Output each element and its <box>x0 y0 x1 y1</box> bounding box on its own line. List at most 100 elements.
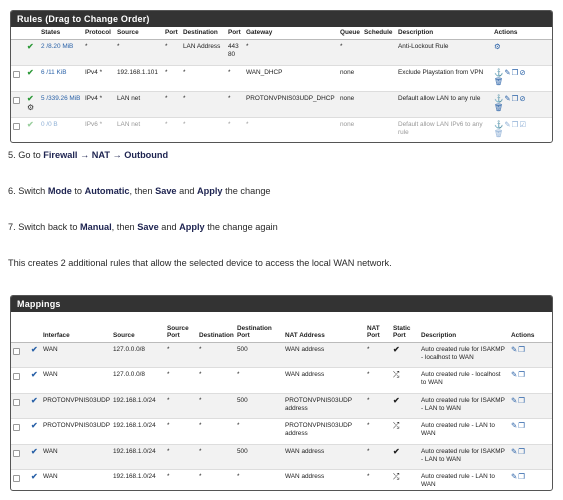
col-static-port[interactable]: Static Port <box>391 312 419 343</box>
col-source[interactable]: Source <box>115 27 163 40</box>
rule-states[interactable]: 0 /0 B <box>41 121 58 128</box>
trash-icon[interactable]: 🗑 <box>494 77 505 86</box>
mapping-select-checkbox[interactable] <box>13 398 20 406</box>
gear-icon: ⚙ <box>27 102 35 112</box>
mapping-source: 192.168.1.0/24 <box>111 393 165 419</box>
rule-queue: none <box>338 91 362 118</box>
pass-icon: ✔ <box>27 41 34 51</box>
rule-protocol: IPv4 * <box>83 91 115 118</box>
trash-icon[interactable]: 🗑 <box>494 103 505 112</box>
edit-copy-icons[interactable]: ✎❐ <box>511 447 526 456</box>
mapping-nat-address: PROTONVPNIS03UDP address <box>283 393 365 419</box>
mapping-select-checkbox[interactable] <box>13 475 20 482</box>
check-icon: ✔ <box>31 344 38 354</box>
rule-schedule <box>362 117 396 142</box>
mapping-description: Auto created rule for ISAKMP - localhost… <box>419 342 509 368</box>
mapping-destination: * <box>197 469 235 490</box>
rule-actions-icons[interactable]: ⚓✎❐⊘ <box>494 94 527 103</box>
rule-queue: none <box>338 117 362 142</box>
col-nat-address[interactable]: NAT Address <box>283 312 365 343</box>
rule-row[interactable]: ✔ ⚙ 5 /339.26 MiB IPv4 * LAN net * * * PR… <box>11 91 552 118</box>
rule-select-checkbox[interactable] <box>13 70 20 78</box>
mapping-row[interactable]: ✔ WAN 192.168.1.0/24 * * * WAN address *… <box>11 469 552 490</box>
edit-copy-icons[interactable]: ✎❐ <box>511 421 526 430</box>
mapping-select-checkbox[interactable] <box>13 373 20 380</box>
rule-row[interactable]: ✔ 2 /8.20 MiB * * * LAN Address 443 80 *… <box>11 39 552 66</box>
rule-select-checkbox[interactable] <box>13 122 20 130</box>
mapping-interface: PROTONVPNIS03UDP <box>41 418 111 445</box>
rule-states[interactable]: 2 /8.20 MiB <box>41 43 73 50</box>
rule-description: Exclude Playstation from VPN <box>396 65 492 92</box>
col-source-port[interactable]: Source Port <box>165 312 197 343</box>
mapping-row[interactable]: ✔ WAN 127.0.0.0/8 * * * WAN address * ⤮ … <box>11 367 552 394</box>
rule-states[interactable]: 5 /339.26 MiB <box>41 95 80 102</box>
col-gateway[interactable]: Gateway <box>244 27 338 40</box>
col-nat-port[interactable]: NAT Port <box>365 312 391 343</box>
rule-actions-icons[interactable]: ⚓✎❐⊘ <box>494 68 527 77</box>
pass-icon: ✔ <box>27 119 34 129</box>
random-icon: ⤮ <box>393 472 400 481</box>
edit-copy-icons[interactable]: ✎❐ <box>511 345 526 354</box>
rule-port: * <box>163 39 181 66</box>
col-description[interactable]: Description <box>396 27 492 40</box>
col-source[interactable]: Source <box>111 312 165 343</box>
col-schedule[interactable]: Schedule <box>362 27 396 40</box>
mapping-interface: PROTONVPNIS03UDP <box>41 393 111 419</box>
edit-copy-icons[interactable]: ✎❐ <box>511 370 526 379</box>
rule-row-disabled[interactable]: ✔ 0 /0 B IPv6 * LAN net * * * * none Def… <box>11 117 552 142</box>
rule-description: Anti-Lockout Rule <box>396 39 492 66</box>
rule-gateway: * <box>244 117 338 142</box>
mapping-select-checkbox[interactable] <box>13 347 20 355</box>
mapping-row[interactable]: ✔ WAN 192.168.1.0/24 * * 500 WAN address… <box>11 444 552 470</box>
gear-icon[interactable]: ⚙ <box>494 42 502 51</box>
col-port[interactable]: Port <box>163 27 181 40</box>
col-dest-port[interactable]: Port <box>226 27 244 40</box>
check-icon: ✔ <box>393 395 400 405</box>
mapping-source: 192.168.1.0/24 <box>111 469 165 490</box>
rule-description: Default allow LAN IPv6 to any rule <box>396 117 492 142</box>
rules-panel-title: Rules (Drag to Change Order) <box>11 11 552 27</box>
rule-schedule <box>362 65 396 92</box>
rule-destination: * <box>181 117 226 142</box>
mapping-row[interactable]: ✔ PROTONVPNIS03UDP 192.168.1.0/24 * * * … <box>11 418 552 445</box>
mapping-select-checkbox[interactable] <box>13 449 20 457</box>
col-destination[interactable]: Destination <box>181 27 226 40</box>
mappings-panel: Mappings Interface Source Source Port De… <box>10 295 553 491</box>
mapping-description: Auto created rule for ISAKMP - LAN to WA… <box>419 444 509 470</box>
mapping-row[interactable]: ✔ WAN 127.0.0.0/8 * * 500 WAN address * … <box>11 342 552 368</box>
rule-row[interactable]: ✔ 6 /11 KiB IPv4 * 192.168.1.101 * * * W… <box>11 65 552 92</box>
mappings-header-row: Interface Source Source Port Destination… <box>11 312 552 343</box>
rule-port: * <box>163 117 181 142</box>
col-states[interactable]: States <box>39 27 83 40</box>
edit-copy-icons[interactable]: ✎❐ <box>511 396 526 405</box>
mapping-destination-port: 500 <box>235 342 283 368</box>
mapping-nat-address: WAN address <box>283 367 365 394</box>
rule-destination: LAN Address <box>181 39 226 66</box>
mapping-destination-port: * <box>235 469 283 490</box>
mapping-row[interactable]: ✔ PROTONVPNIS03UDP 192.168.1.0/24 * * 50… <box>11 393 552 419</box>
mapping-source: 192.168.1.0/24 <box>111 418 165 445</box>
rule-select-checkbox[interactable] <box>13 96 20 104</box>
rule-gateway: PROTONVPNIS03UDP_DHCP <box>244 91 338 118</box>
mapping-select-checkbox[interactable] <box>13 424 20 431</box>
col-destination-port[interactable]: Destination Port <box>235 312 283 343</box>
rule-port: * <box>163 91 181 118</box>
trash-icon[interactable]: 🗑 <box>494 129 505 138</box>
col-description[interactable]: Description <box>419 312 509 343</box>
explanation-note: This creates 2 additional rules that all… <box>8 258 392 268</box>
pass-icon: ✔ <box>27 67 34 77</box>
edit-copy-icons[interactable]: ✎❐ <box>511 472 526 481</box>
mapping-destination-port: * <box>235 367 283 394</box>
col-queue[interactable]: Queue <box>338 27 362 40</box>
col-interface[interactable]: Interface <box>41 312 111 343</box>
check-icon: ✔ <box>31 446 38 456</box>
check-icon: ✔ <box>393 344 400 354</box>
col-destination[interactable]: Destination <box>197 312 235 343</box>
mapping-nat-port: * <box>365 469 391 490</box>
rule-gateway: WAN_DHCP <box>244 65 338 92</box>
rule-states[interactable]: 6 /11 KiB <box>41 69 66 76</box>
rule-dest-port: * <box>226 91 244 118</box>
col-protocol[interactable]: Protocol <box>83 27 115 40</box>
rule-gateway: * <box>244 39 338 66</box>
rule-actions-icons[interactable]: ⚓✎❐☑ <box>494 120 527 129</box>
